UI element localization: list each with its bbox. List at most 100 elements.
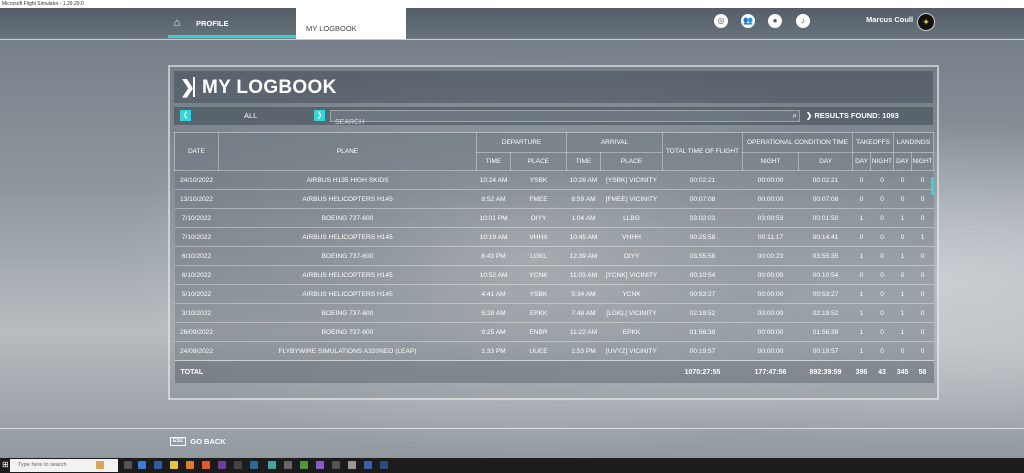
go-back-button[interactable]: ESC GO BACK <box>170 437 226 446</box>
filter-next-button[interactable]: ❯ <box>314 110 325 121</box>
cell-dep-place: YSBK <box>510 170 567 190</box>
app-icon[interactable] <box>364 461 372 469</box>
cell-total-time: 00:10:54 <box>662 265 743 285</box>
cell-dep-place: YSBK <box>510 284 567 304</box>
app-icon[interactable] <box>284 461 292 469</box>
cell-takeoffs-night: 0 <box>870 170 894 190</box>
cell-total-time: 00:53:27 <box>662 284 743 304</box>
cell-takeoffs-night: 0 <box>870 303 894 323</box>
cell-date: 24/09/2022 <box>174 341 219 361</box>
flight-simulator-icon[interactable] <box>380 461 388 469</box>
cell-plane: AIRBUS HELICOPTERS H145 <box>218 265 477 285</box>
cell-landings-night: 1 <box>911 227 934 247</box>
cell-dep-place: FMEE <box>510 189 567 209</box>
cell-night: 00:00:00 <box>742 170 799 190</box>
cell-arr-place: LLBG <box>600 208 663 228</box>
cell-night: 00:00:00 <box>742 284 799 304</box>
profile-icon[interactable]: ● <box>768 14 782 28</box>
cell-arr-time: 12:39 AM <box>566 246 601 266</box>
chrome-icon[interactable] <box>170 461 178 469</box>
app-icon[interactable] <box>154 461 162 469</box>
cell-day: 00:53:27 <box>798 284 853 304</box>
cell-takeoffs-night: 0 <box>870 227 894 247</box>
tab-profile[interactable]: PROFILE <box>190 14 296 34</box>
cell-total-time: 00:25:58 <box>662 227 743 247</box>
cell-arr-time: 1:04 AM <box>566 208 601 228</box>
cell-arr-time: 10:45 AM <box>566 227 601 247</box>
cell-night: 00:00:00 <box>742 189 799 209</box>
cell-night: 00:00:00 <box>742 322 799 342</box>
total-label: TOTAL <box>174 360 219 383</box>
cell-night: 00:00:00 <box>742 303 799 323</box>
total-night: 177:47:56 <box>742 360 799 383</box>
go-back-label: GO BACK <box>190 437 226 446</box>
table-row[interactable]: 26/09/2022 BOEING 737-600 9:25 AM ENBR 11:22… <box>174 322 934 342</box>
avatar[interactable]: ✦ <box>917 13 935 31</box>
table-row[interactable]: 7/10/2022 AIRBUS HELICOPTERS H145 10:19 AM… <box>174 227 934 247</box>
app-icon[interactable] <box>316 461 324 469</box>
cortana-icon[interactable] <box>96 461 104 469</box>
divider <box>0 39 1024 40</box>
app-icon[interactable] <box>218 461 226 469</box>
table-row[interactable]: 24/09/2022 FLYBYWIRE SIMULATIONS A320NEO … <box>174 341 934 361</box>
cell-takeoffs-night: 0 <box>870 189 894 209</box>
cell-date: 5/10/2022 <box>174 284 219 304</box>
header-arrival: ARRIVAL <box>566 132 663 153</box>
cell-plane: AIRBUS HELICOPTERS H145 <box>218 227 477 247</box>
cell-arr-place: [UVYZ] VICINITY <box>600 341 663 361</box>
cell-plane: BOEING 737-600 <box>218 322 477 342</box>
cell-takeoffs-day: 0 <box>852 189 871 209</box>
cell-dep-time: 8:43 PM <box>476 246 511 266</box>
table-row[interactable]: 6/10/2022 AIRBUS HELICOPTERS H145 10:52 AM… <box>174 265 934 285</box>
table-row[interactable]: 5/10/2022 AIRBUS HELICOPTERS H145 4:41 AM Y… <box>174 284 934 304</box>
cell-dep-time: 10:01 PM <box>476 208 511 228</box>
cell-landings-day: 1 <box>893 284 912 304</box>
table-row[interactable]: 6/10/2022 BOEING 737-600 8:43 PM LGKL 12:39 … <box>174 246 934 266</box>
edge-icon[interactable] <box>138 461 146 469</box>
app-icon[interactable] <box>300 461 308 469</box>
table-row[interactable]: 13/10/2022 AIRBUS HELICOPTERS H145 8:52 AM… <box>174 189 934 209</box>
table-scrollbar[interactable] <box>931 177 934 195</box>
cell-night: 00:00:00 <box>742 341 799 361</box>
filter-prev-button[interactable]: ❮ <box>180 110 191 121</box>
cell-dep-place: LGKL <box>510 246 567 266</box>
cell-day: 00:19:57 <box>798 341 853 361</box>
table-row[interactable]: 3/10/2022 BOEING 737-600 5:28 AM EPKK 7:48 A… <box>174 303 934 323</box>
cell-dep-place: ENBR <box>510 322 567 342</box>
app-icon[interactable] <box>332 461 340 469</box>
cell-takeoffs-day: 1 <box>852 322 871 342</box>
cell-landings-day: 0 <box>893 170 912 190</box>
cell-takeoffs-day: 0 <box>852 170 871 190</box>
cell-arr-time: 1:53 PM <box>566 341 601 361</box>
cell-arr-time: 11:03 AM <box>566 265 601 285</box>
divider <box>0 428 1024 429</box>
search-input[interactable] <box>331 117 779 128</box>
app-icon[interactable] <box>268 461 276 469</box>
task-view-icon[interactable] <box>124 461 132 469</box>
app-icon[interactable] <box>250 461 258 469</box>
home-icon[interactable]: ⌂ <box>168 12 186 34</box>
explorer-icon[interactable] <box>186 461 194 469</box>
table-row[interactable]: 24/10/2022 AIRBUS H135 HIGH SKIDS 10:24 AM… <box>174 170 934 190</box>
header-landings: LANDINGS <box>893 132 935 153</box>
table-row[interactable]: 7/10/2022 BOEING 737-600 10:01 PM OIYY 1:04 … <box>174 208 934 228</box>
window-title: Microsoft Flight Simulator - 1.29.29.0 <box>0 0 1024 8</box>
username[interactable]: Marcus Coull <box>866 15 913 24</box>
search-icon[interactable]: ⌕ <box>793 111 797 121</box>
cell-takeoffs-day: 1 <box>852 246 871 266</box>
friends-icon[interactable]: 👥 <box>741 14 755 28</box>
filter-value: ALL <box>244 111 258 120</box>
notifications-icon[interactable]: ♪ <box>796 14 810 28</box>
cell-night: 00:00:23 <box>742 246 799 266</box>
cell-plane: AIRBUS H135 HIGH SKIDS <box>218 170 477 190</box>
cell-arr-place: [LGKL] VICINITY <box>600 303 663 323</box>
cell-arr-place: [YCNK] VICINITY <box>600 265 663 285</box>
search-box: ⌕ <box>330 110 800 128</box>
cell-date: 24/10/2022 <box>174 170 219 190</box>
app-icon[interactable] <box>234 461 242 469</box>
header-departure: DEPARTURE <box>476 132 567 153</box>
activity-icon[interactable]: ◎ <box>714 14 728 28</box>
app-icon[interactable] <box>348 461 356 469</box>
tab-my-logbook[interactable]: MY LOGBOOK <box>296 8 406 39</box>
firefox-icon[interactable] <box>202 461 210 469</box>
